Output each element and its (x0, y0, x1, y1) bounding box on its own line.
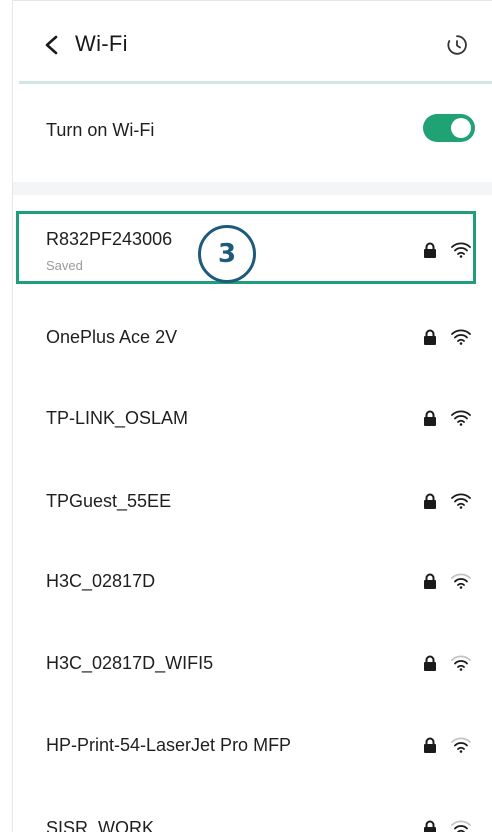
network-row-tp-link-oslam[interactable]: TP-LINK_OSLAM (13, 380, 492, 456)
network-name: H3C_02817D (46, 571, 156, 591)
wifi-signal-icon (451, 493, 471, 509)
network-name: HP-Print-54-LaserJet Pro MFP (46, 735, 292, 755)
network-row-oneplus-ace-2v[interactable]: OnePlus Ace 2V (13, 298, 492, 374)
wifi-toggle-label: Turn on Wi-Fi (46, 120, 155, 140)
wifi-signal-icon (451, 737, 471, 753)
network-row-h3c-02817d-wifi5[interactable]: H3C_02817D_WIFI5 (13, 625, 492, 701)
toggle-knob (451, 118, 471, 138)
network-row-h3c-02817d[interactable]: H3C_02817D (13, 543, 492, 619)
lock-icon (424, 737, 436, 753)
step-number-badge: 3 (198, 225, 256, 283)
lock-icon (424, 493, 436, 509)
chevron-left-icon[interactable] (43, 34, 61, 56)
page-title: Wi-Fi (75, 31, 128, 56)
wifi-signal-icon (451, 820, 471, 832)
network-name: SISR_WORK (46, 818, 155, 832)
lock-icon (424, 655, 436, 671)
wifi-toggle-switch[interactable] (423, 114, 475, 142)
network-name: TP-LINK_OSLAM (46, 408, 189, 428)
wifi-signal-icon (451, 410, 471, 426)
wifi-toggle-row[interactable]: Turn on Wi-Fi (13, 87, 492, 179)
history-icon[interactable] (445, 33, 469, 57)
network-name: H3C_02817D_WIFI5 (46, 653, 214, 673)
network-name: OnePlus Ace 2V (46, 327, 178, 347)
header-divider (19, 81, 492, 84)
wifi-settings-screen: Wi-Fi Turn on Wi-Fi R832PF243006 Saved O… (12, 0, 492, 832)
wifi-signal-icon (451, 655, 471, 671)
network-row-hp-print-54[interactable]: HP-Print-54-LaserJet Pro MFP (13, 707, 492, 783)
network-name: TPGuest_55EE (46, 491, 172, 511)
network-row-sisr-work[interactable]: SISR_WORK (13, 790, 492, 832)
lock-icon (424, 573, 436, 589)
wifi-signal-icon (451, 573, 471, 589)
wifi-signal-icon (451, 329, 471, 345)
lock-icon (424, 329, 436, 345)
lock-icon (424, 410, 436, 426)
section-divider (13, 182, 492, 195)
lock-icon (424, 820, 436, 832)
header-bar: Wi-Fi (13, 1, 492, 81)
network-row-tpguest-55ee[interactable]: TPGuest_55EE (13, 462, 492, 538)
